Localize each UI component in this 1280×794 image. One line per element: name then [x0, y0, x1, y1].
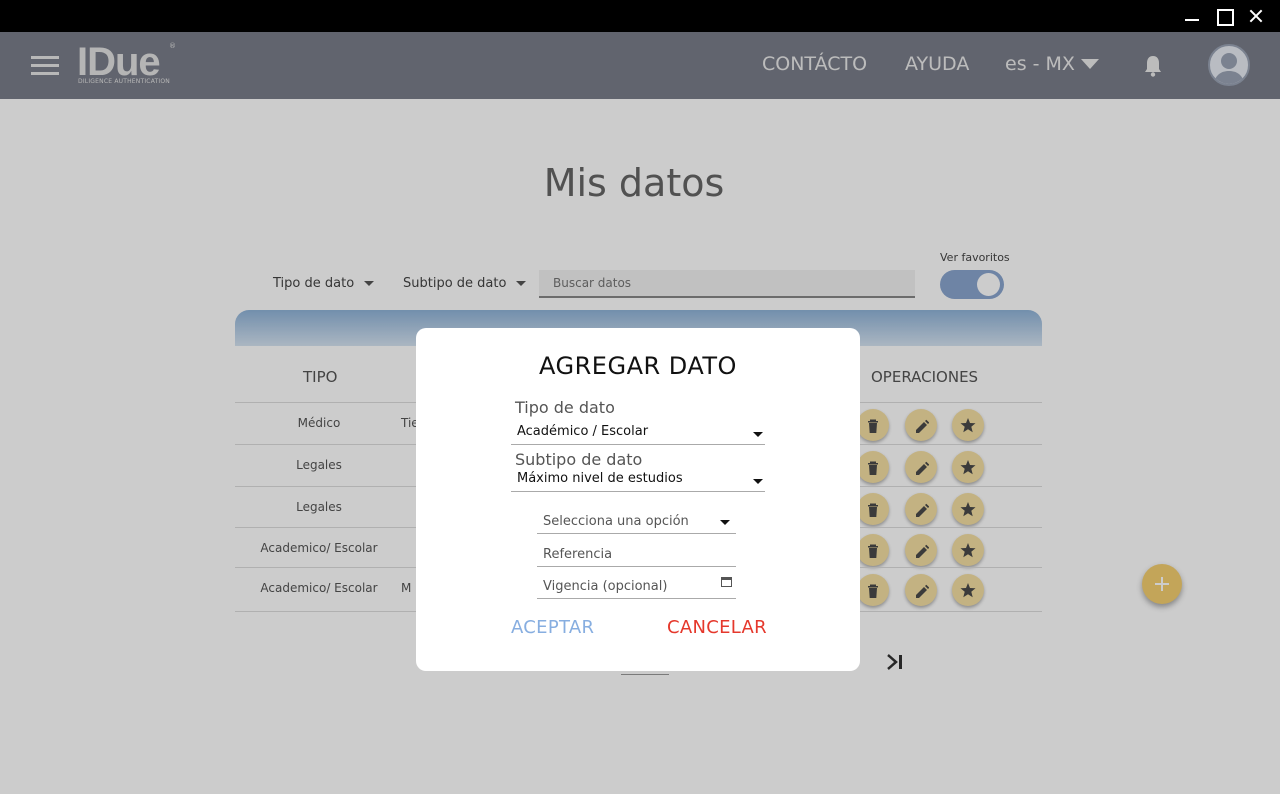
cancel-button[interactable]: CANCELAR — [667, 617, 767, 638]
subtipo-label: Subtipo de dato — [515, 450, 643, 469]
minimize-icon[interactable] — [1182, 6, 1202, 26]
caret-down-icon — [753, 479, 763, 484]
reference-input[interactable]: Referencia — [537, 541, 736, 567]
tipo-select[interactable]: Académico / Escolar — [511, 421, 765, 445]
caret-down-icon — [720, 520, 730, 525]
tipo-label: Tipo de dato — [515, 398, 615, 417]
caret-down-icon — [753, 432, 763, 437]
validity-placeholder: Vigencia (opcional) — [543, 579, 668, 594]
subtipo-select-value: Máximo nivel de estudios — [517, 471, 683, 486]
validity-date-input[interactable]: Vigencia (opcional) — [537, 573, 736, 599]
close-icon[interactable] — [1246, 6, 1266, 26]
reference-placeholder: Referencia — [543, 547, 613, 562]
window-titlebar — [0, 0, 1280, 32]
subtipo-select[interactable]: Máximo nivel de estudios — [511, 468, 765, 492]
tipo-select-value: Académico / Escolar — [517, 424, 649, 439]
maximize-icon[interactable] — [1214, 6, 1234, 26]
option-select[interactable]: Selecciona una opción — [537, 508, 736, 534]
dialog-title: AGREGAR DATO — [539, 352, 737, 380]
add-data-dialog: AGREGAR DATO Tipo de dato Académico / Es… — [416, 328, 860, 671]
accept-button[interactable]: ACEPTAR — [511, 617, 594, 638]
calendar-icon[interactable] — [721, 577, 732, 587]
option-select-placeholder: Selecciona una opción — [543, 514, 689, 529]
